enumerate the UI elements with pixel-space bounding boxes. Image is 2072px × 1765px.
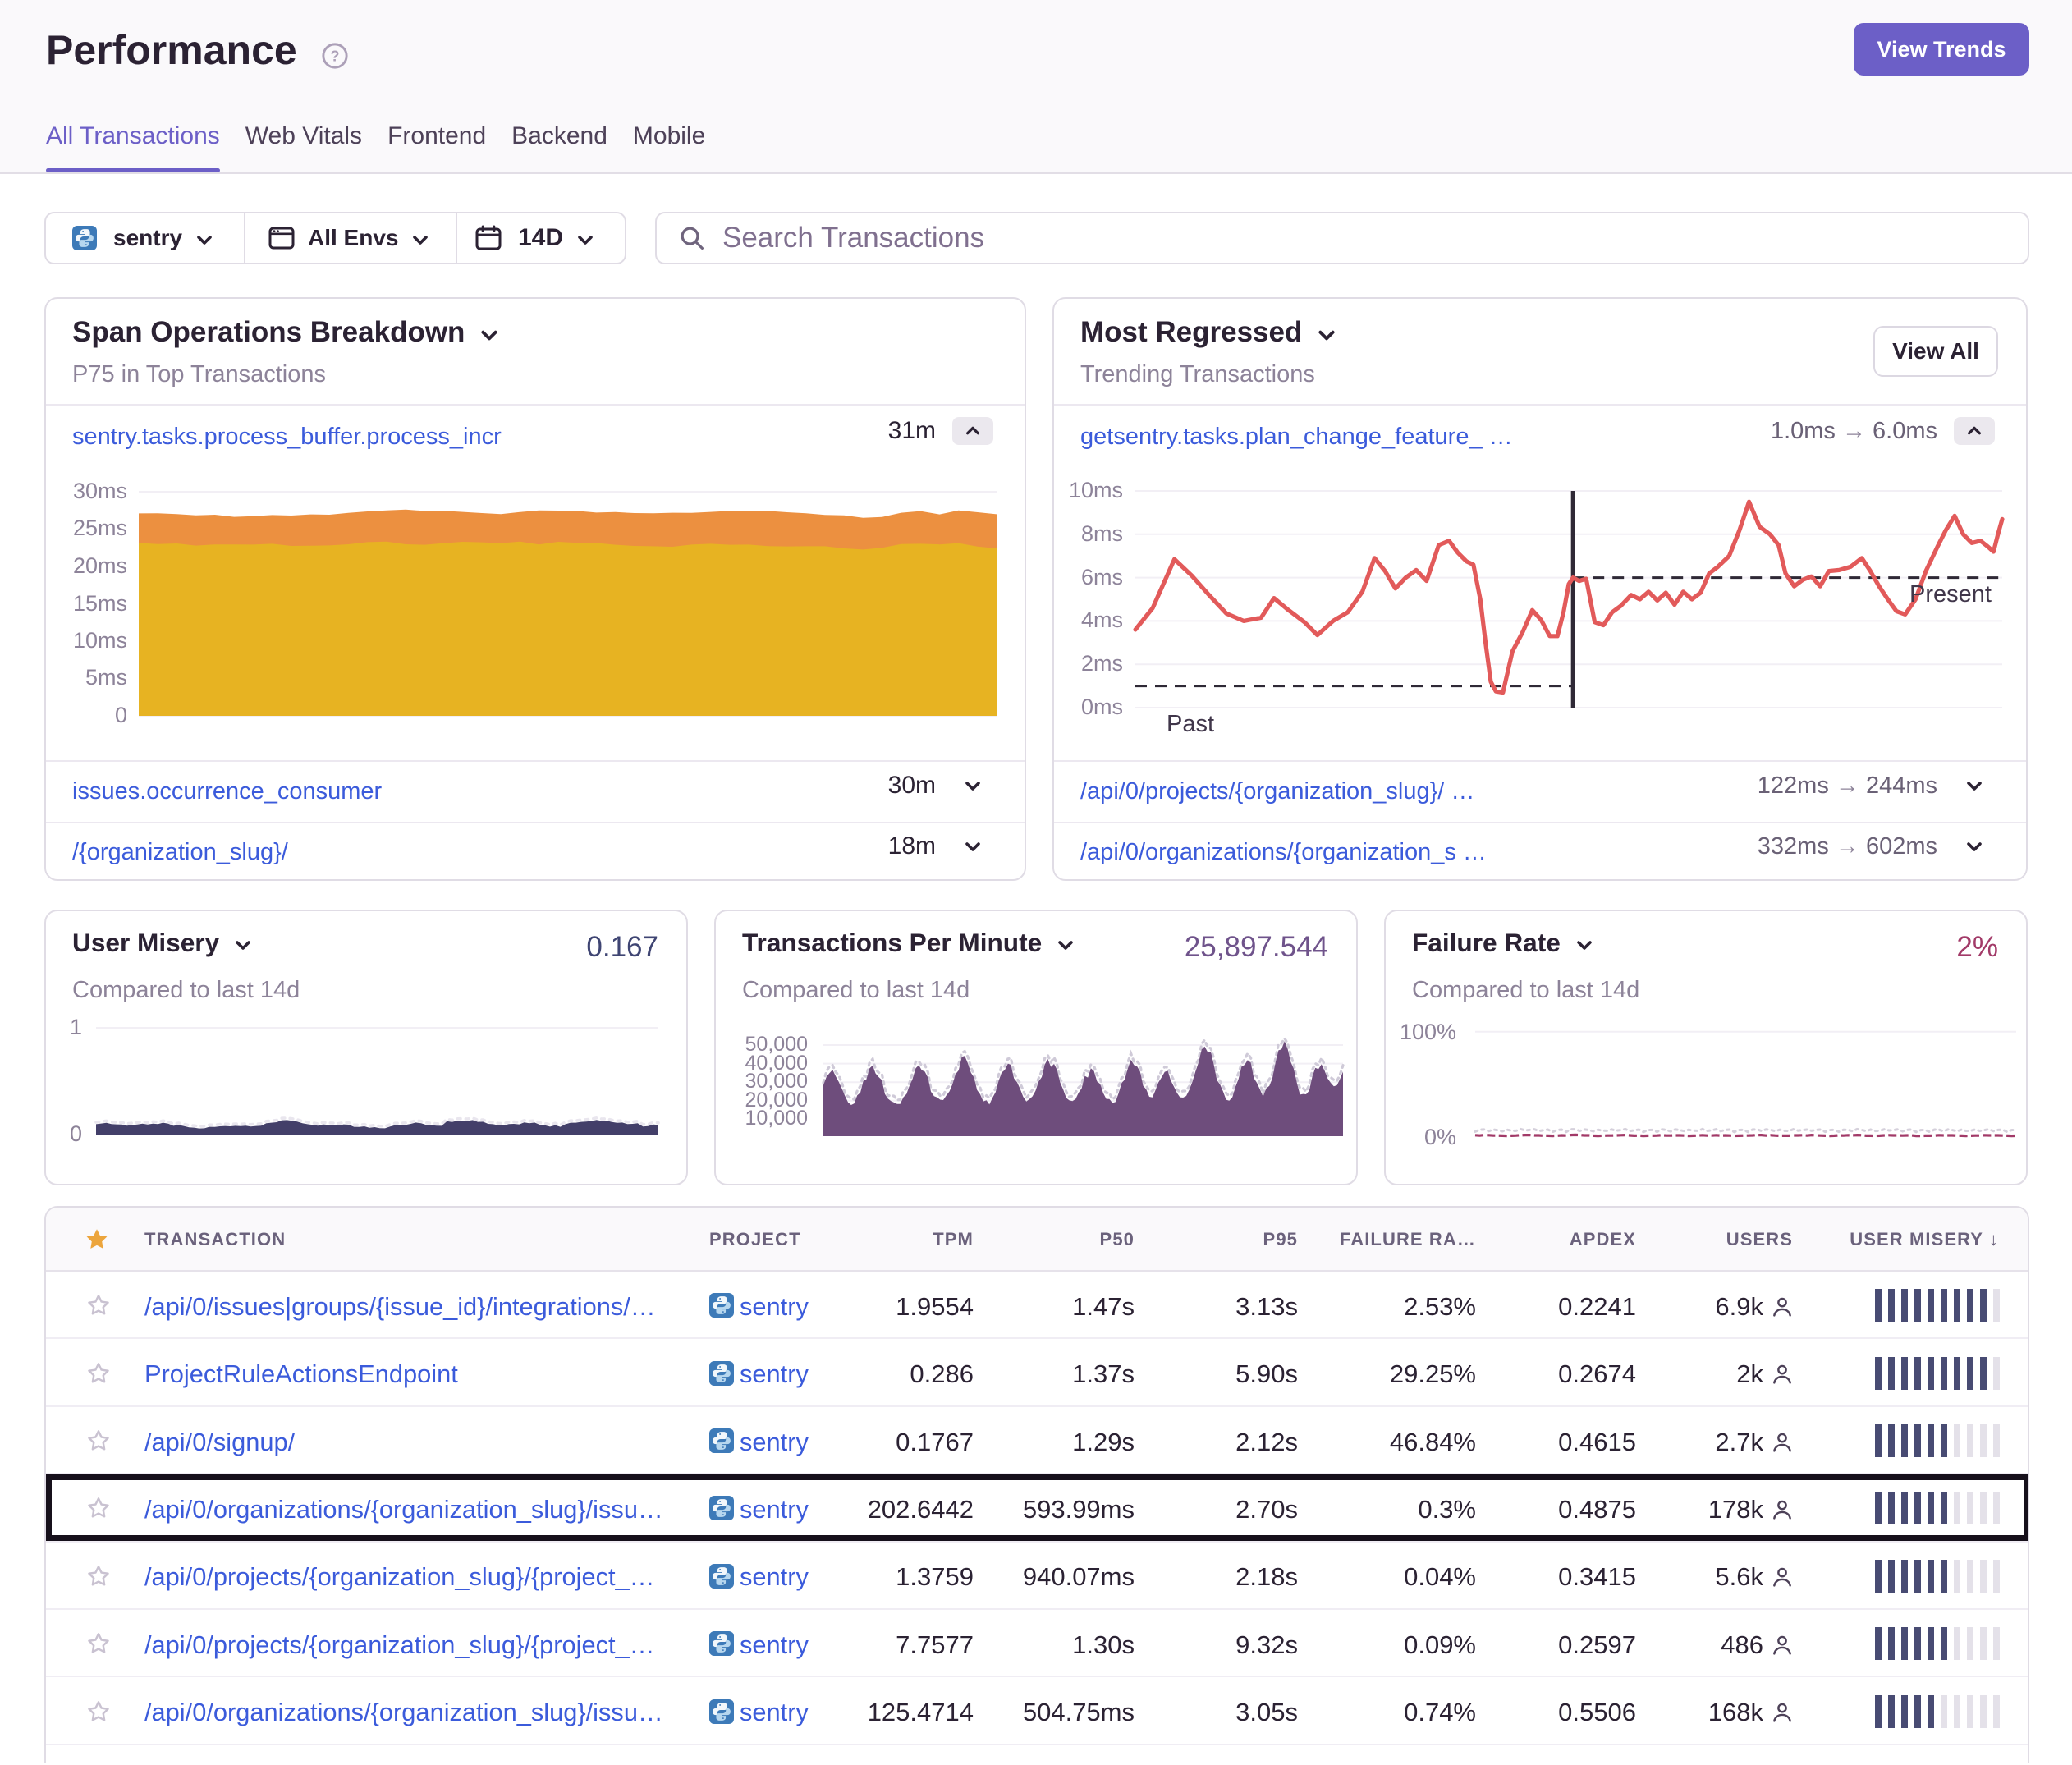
svg-text:?: ?: [331, 48, 340, 65]
